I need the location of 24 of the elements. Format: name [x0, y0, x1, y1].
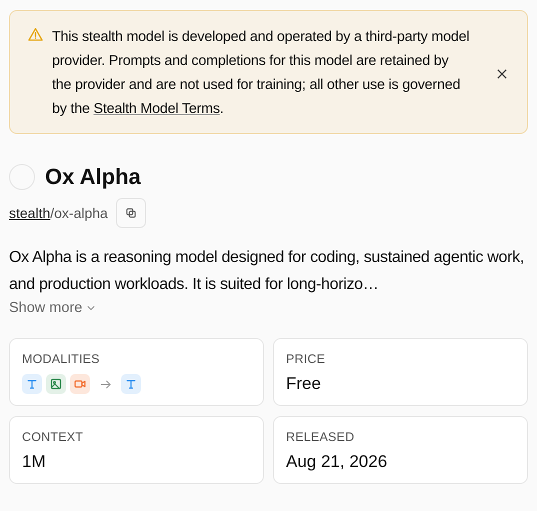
stat-label: RELEASED: [286, 430, 356, 444]
stat-label: CONTEXT: [22, 430, 84, 444]
close-icon: [497, 69, 507, 79]
stat-value: 1M: [22, 452, 47, 472]
warning-icon: [28, 27, 43, 42]
show-more-button[interactable]: Show more: [9, 300, 96, 316]
arrow-right-icon: [100, 378, 111, 390]
stat-value: Aug 21, 2026: [286, 452, 388, 472]
model-name: Ox Alpha: [45, 164, 141, 190]
terms-link[interactable]: Stealth Model Terms: [94, 101, 220, 117]
chevron-down-icon: [87, 305, 96, 311]
text-type-icon: [121, 374, 141, 394]
stat-label: PRICE: [286, 352, 326, 366]
copy-button[interactable]: [116, 198, 146, 228]
model-slug: /ox-alpha: [50, 205, 108, 221]
stat-value: Free: [286, 374, 322, 394]
author-link[interactable]: stealth: [9, 205, 50, 221]
text-type-icon: [22, 374, 42, 394]
video-camera-icon: [70, 374, 90, 394]
copy-icon: [126, 208, 136, 218]
notice-text: This stealth model is developed and operated by a third-party model provider. Prompts and completions for this model are retained by the provider and are not used for training; all other use is governed by the Stealth Model Terms.: [52, 28, 470, 119]
stat-label: MODALITIES: [22, 352, 101, 366]
model-description: Ox Alpha is a reasoning model designed for coding, sustained agentic work, and production workloads. It is suited for long-horizo…: [9, 248, 526, 295]
image-icon: [46, 374, 66, 394]
